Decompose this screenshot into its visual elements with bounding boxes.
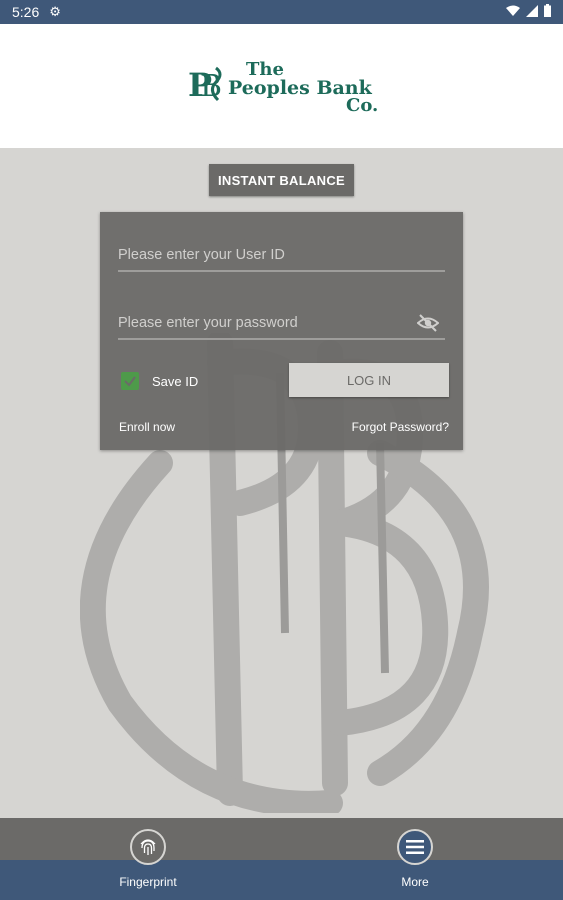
- main-content: INSTANT BALANCE Please enter your User I…: [0, 148, 563, 818]
- save-id-checkbox[interactable]: [121, 372, 139, 390]
- fingerprint-icon: [140, 839, 156, 855]
- fingerprint-label[interactable]: Fingerprint: [98, 875, 198, 889]
- app-header: P B The Peoples Bank Co.: [0, 24, 563, 148]
- bank-logo: P B The Peoples Bank Co.: [186, 60, 386, 120]
- bottom-strip: [0, 818, 563, 860]
- password-field[interactable]: Please enter your password: [118, 308, 445, 340]
- login-button[interactable]: LOG IN: [289, 363, 449, 397]
- check-icon: [124, 376, 136, 387]
- user-id-field[interactable]: Please enter your User ID: [118, 240, 445, 272]
- status-icons: [506, 4, 551, 17]
- fingerprint-button[interactable]: [130, 829, 166, 865]
- enroll-now-link[interactable]: Enroll now: [119, 420, 175, 434]
- user-id-placeholder: Please enter your User ID: [118, 247, 285, 263]
- battery-icon: [544, 4, 551, 17]
- password-placeholder: Please enter your password: [118, 315, 298, 331]
- bank-name-line3: Co.: [346, 95, 379, 116]
- gear-icon: ⚙: [49, 4, 61, 20]
- save-id-label: Save ID: [152, 374, 199, 389]
- more-button[interactable]: [397, 829, 433, 865]
- menu-icon: [406, 840, 424, 854]
- signal-icon: [526, 4, 538, 17]
- more-label[interactable]: More: [365, 875, 465, 889]
- visibility-off-icon[interactable]: [417, 314, 439, 332]
- monogram-logo-icon: P B: [188, 66, 222, 104]
- bottom-navigation: [0, 860, 563, 900]
- status-bar: 5:26 ⚙: [0, 0, 563, 24]
- forgot-password-link[interactable]: Forgot Password?: [352, 420, 449, 434]
- login-card: Please enter your User ID Please enter y…: [100, 212, 463, 450]
- wifi-icon: [506, 5, 520, 16]
- instant-balance-button[interactable]: INSTANT BALANCE: [209, 164, 354, 196]
- status-time: 5:26: [12, 4, 40, 20]
